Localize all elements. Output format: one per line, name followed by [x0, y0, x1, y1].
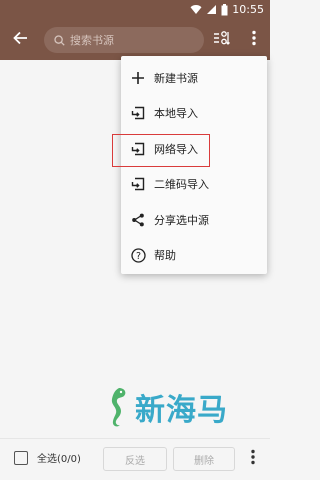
back-button[interactable]: [8, 28, 32, 52]
status-time: 10:55: [232, 3, 264, 16]
menu-item-network-import[interactable]: 网络导入: [112, 131, 267, 167]
help-icon: ?: [130, 247, 146, 263]
bottom-action-bar: 全选(0/0) 反选 删除: [0, 438, 270, 480]
more-options-button[interactable]: [243, 29, 265, 51]
seahorse-icon: [105, 385, 131, 429]
app-bar: 搜索书源: [0, 20, 270, 60]
import-icon: [130, 176, 146, 192]
search-icon: [54, 31, 65, 50]
search-placeholder: 搜索书源: [70, 34, 114, 47]
wifi-icon: [190, 4, 202, 15]
select-all-checkbox[interactable]: 全选(0/0): [14, 450, 81, 465]
menu-item-new-source[interactable]: 新建书源: [121, 60, 267, 96]
select-all-label: 全选(0/0): [37, 454, 81, 465]
menu-item-local-import[interactable]: 本地导入: [121, 96, 267, 132]
menu-item-qrcode-import[interactable]: 二维码导入: [121, 167, 267, 203]
delete-button[interactable]: 删除: [173, 447, 235, 471]
status-icons: 10:55: [190, 3, 264, 16]
import-icon: [130, 105, 146, 121]
import-icon: [130, 141, 146, 157]
checkbox-icon: [14, 450, 28, 465]
sort-icon: [213, 30, 231, 50]
menu-item-label: 新建书源: [154, 71, 198, 85]
watermark-logo: 新海马: [105, 385, 228, 429]
overflow-menu: 新建书源 本地导入 网络导入 二维码导入 分享选中源 ? 帮助: [112, 56, 267, 274]
bottom-more-button[interactable]: [243, 448, 263, 470]
menu-item-label: 帮助: [154, 249, 176, 263]
menu-item-label: 本地导入: [154, 107, 198, 121]
arrow-back-icon: [12, 30, 28, 50]
invert-selection-button[interactable]: 反选: [103, 447, 167, 471]
more-vert-icon: [252, 30, 256, 50]
menu-item-share-selected[interactable]: 分享选中源: [121, 202, 267, 238]
watermark-text: 新海马: [135, 393, 228, 428]
search-input[interactable]: 搜索书源: [44, 27, 204, 53]
menu-item-label: 分享选中源: [154, 213, 209, 227]
battery-icon: [221, 3, 228, 16]
sort-button[interactable]: [211, 29, 233, 51]
menu-item-help[interactable]: ? 帮助: [121, 238, 267, 274]
menu-item-label: 网络导入: [154, 142, 198, 156]
share-icon: [130, 212, 146, 228]
svg-text:?: ?: [135, 251, 140, 262]
status-bar: 10:55: [0, 0, 270, 20]
plus-icon: [130, 70, 146, 86]
menu-item-label: 二维码导入: [154, 178, 209, 192]
more-vert-icon: [251, 449, 255, 469]
signal-icon: [206, 4, 217, 15]
